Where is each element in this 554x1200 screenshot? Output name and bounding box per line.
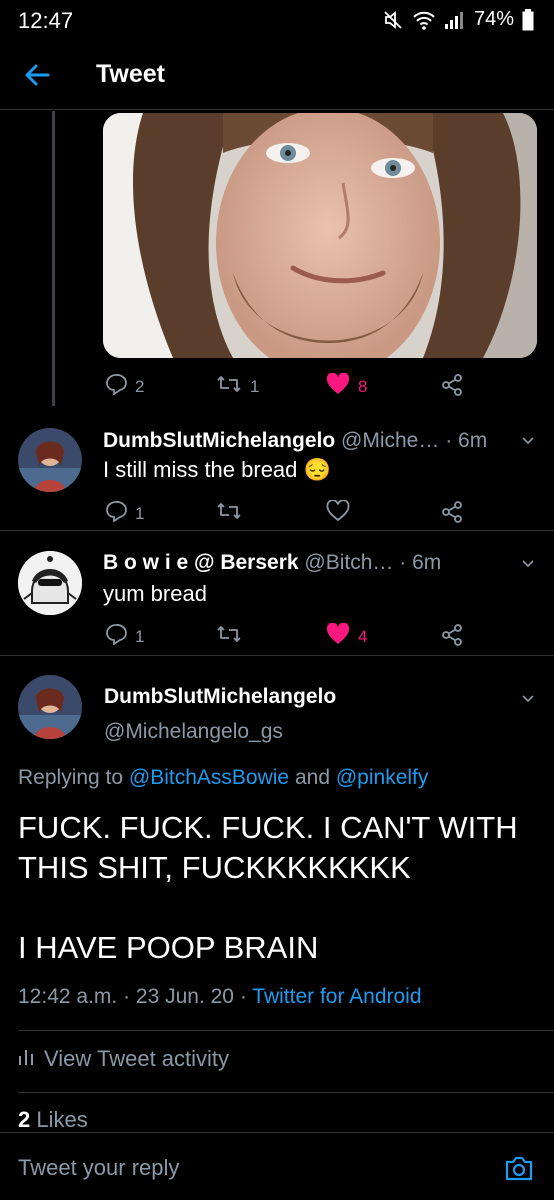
- share-action[interactable]: [440, 373, 464, 402]
- share-action[interactable]: [440, 500, 464, 529]
- tweet-text: FUCK. FUCK. FUCK. I CAN'T WITH THIS SHIT…: [18, 810, 518, 965]
- mute-icon: [382, 9, 404, 31]
- share-action[interactable]: [440, 623, 464, 652]
- activity-label: View Tweet activity: [44, 1046, 230, 1071]
- back-arrow-icon[interactable]: [22, 60, 52, 90]
- chevron-down-icon[interactable]: [520, 690, 536, 706]
- share-icon: [440, 500, 464, 529]
- handle[interactable]: @Bitch…: [304, 551, 393, 574]
- like-count: 4: [358, 626, 368, 646]
- chevron-down-icon[interactable]: [520, 555, 536, 571]
- mention-link[interactable]: @BitchAssBowie: [129, 766, 289, 789]
- mention-link[interactable]: @pinkelfy: [336, 766, 429, 789]
- reply-header: B o w i e @ Berserk @Bitch… · 6m: [103, 551, 441, 575]
- display-name[interactable]: DumbSlutMichelangelo: [103, 429, 335, 452]
- reply-icon: [105, 373, 127, 400]
- timestamp: · 6m: [399, 551, 442, 574]
- like-action[interactable]: 8: [326, 372, 368, 400]
- reply-header: DumbSlutMichelangelo @Miche… · 6m: [103, 429, 487, 453]
- battery-level: 74%: [473, 8, 514, 30]
- share-icon: [440, 623, 464, 652]
- reply-count: 2: [135, 376, 145, 396]
- view-activity-link[interactable]: View Tweet activity: [18, 1046, 229, 1072]
- likes-label: Likes: [36, 1107, 88, 1132]
- avatar[interactable]: [18, 675, 82, 739]
- reply-icon: [105, 623, 127, 650]
- top-bar: Tweet: [0, 40, 554, 110]
- reply-tweet[interactable]: DumbSlutMichelangelo @Miche… · 6m I stil…: [0, 412, 554, 530]
- heart-filled-icon: [326, 372, 350, 400]
- reply-text: yum bread: [103, 581, 207, 606]
- retweet-icon: [216, 373, 242, 400]
- reply-input[interactable]: Tweet your reply: [18, 1155, 179, 1181]
- avatar[interactable]: [18, 551, 82, 615]
- tweet-date: · 23 Jun. 20 ·: [123, 985, 247, 1008]
- status-bar: 12:47 74%: [0, 0, 554, 40]
- avatar[interactable]: [18, 428, 82, 492]
- reply-text-row: I still miss the bread 😔: [103, 457, 331, 483]
- reply-tweet[interactable]: B o w i e @ Berserk @Bitch… · 6m yum bre…: [0, 531, 554, 655]
- bar-chart-icon: [18, 1046, 36, 1072]
- reply-text: I still miss the bread: [103, 457, 298, 482]
- reply-action[interactable]: 1: [105, 500, 144, 527]
- display-name[interactable]: B o w i e @ Berserk: [103, 551, 299, 574]
- likes-count: 2: [18, 1107, 31, 1132]
- retweet-action[interactable]: [216, 623, 242, 650]
- retweet-icon: [216, 500, 242, 527]
- reply-count: 1: [135, 626, 145, 646]
- battery-icon: [522, 8, 534, 31]
- divider: [18, 1092, 554, 1093]
- timestamp: · 6m: [445, 429, 488, 452]
- status-time: 12:47: [18, 8, 74, 33]
- divider: [0, 655, 554, 656]
- retweet-icon: [216, 623, 242, 650]
- tweet-meta: 12:42 a.m. · 23 Jun. 20 · Twitter for An…: [18, 985, 422, 1009]
- retweet-action[interactable]: [216, 500, 242, 527]
- page-title: Tweet: [96, 60, 165, 88]
- divider: [18, 1030, 554, 1031]
- heart-filled-icon: [326, 622, 350, 650]
- like-count: 8: [358, 376, 368, 396]
- replying-and: and: [294, 766, 331, 789]
- reply-composer[interactable]: Tweet your reply: [0, 1132, 554, 1200]
- display-name[interactable]: DumbSlutMichelangelo: [104, 685, 336, 709]
- reply-action[interactable]: 1: [105, 623, 144, 650]
- reply-icon: [105, 500, 127, 527]
- handle[interactable]: @Michelangelo_gs: [104, 720, 283, 744]
- reply-count: 1: [135, 503, 145, 523]
- like-action[interactable]: 4: [326, 622, 368, 650]
- tweet-source[interactable]: Twitter for Android: [252, 985, 421, 1008]
- signal-icon: [444, 10, 466, 30]
- replying-prefix: Replying to: [18, 766, 124, 789]
- tweet-photo[interactable]: [103, 113, 537, 358]
- replying-to: Replying to @BitchAssBowie and @pinkelfy: [18, 766, 428, 790]
- retweet-count: 1: [250, 376, 260, 396]
- tweet-time: 12:42 a.m.: [18, 985, 118, 1008]
- reply-action[interactable]: 2: [105, 373, 144, 400]
- wifi-icon: [412, 9, 436, 31]
- chevron-down-icon[interactable]: [520, 432, 536, 448]
- handle[interactable]: @Miche…: [341, 429, 439, 452]
- thread-line: [52, 111, 55, 406]
- likes-summary[interactable]: 2 Likes: [18, 1107, 88, 1133]
- camera-icon[interactable]: [504, 1153, 534, 1183]
- share-icon: [440, 373, 464, 402]
- pensive-emoji: 😔: [303, 457, 331, 482]
- like-action[interactable]: [326, 499, 350, 527]
- retweet-action[interactable]: 1: [216, 373, 259, 400]
- heart-icon: [326, 499, 350, 527]
